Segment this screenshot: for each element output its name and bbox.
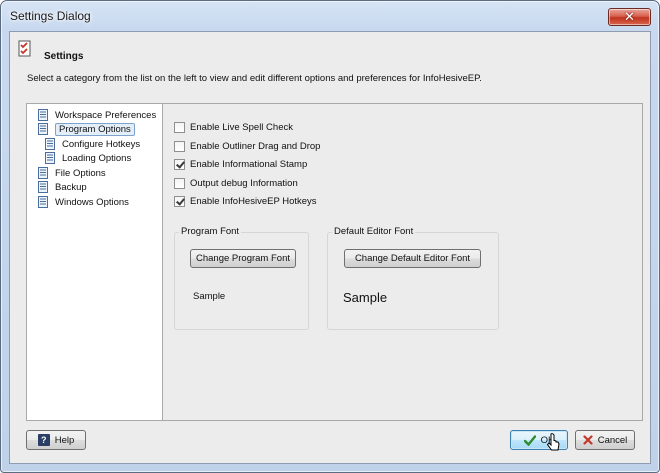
settings-dialog-window: Settings Dialog ✕ Settings Select a cate… — [0, 0, 660, 473]
tree-item-workspace-preferences[interactable]: Workspace Preferences — [37, 108, 156, 122]
tree-item-loading-options[interactable]: Loading Options — [44, 151, 131, 165]
group-label: Program Font — [179, 226, 242, 237]
checklist-icon — [18, 40, 31, 57]
program-font-sample: Sample — [193, 291, 226, 302]
option-output-debug[interactable]: Output debug Information — [174, 176, 298, 190]
settings-content: Workspace Preferences Program Options Co… — [26, 103, 643, 421]
checkbox[interactable] — [174, 121, 185, 133]
option-hotkeys[interactable]: Enable InfoHesiveEP Hotkeys — [174, 194, 317, 208]
category-tree[interactable]: Workspace Preferences Program Options Co… — [27, 104, 163, 420]
title-bar[interactable]: Settings Dialog ✕ — [1, 1, 659, 31]
help-button-label: Help — [54, 434, 75, 446]
window-title: Settings Dialog — [10, 9, 91, 23]
checkbox[interactable] — [174, 177, 185, 189]
help-button[interactable]: ? Help — [26, 430, 86, 450]
close-icon: ✕ — [624, 9, 635, 25]
cancel-x-icon — [583, 435, 593, 445]
option-live-spell-check[interactable]: Enable Live Spell Check — [174, 120, 293, 134]
tree-item-label: File Options — [55, 167, 106, 179]
tree-item-program-options[interactable]: Program Options — [37, 122, 135, 136]
tree-item-windows-options[interactable]: Windows Options — [37, 195, 129, 209]
tree-item-backup[interactable]: Backup — [37, 180, 87, 194]
page-title: Settings — [44, 51, 84, 62]
group-label: Default Editor Font — [332, 226, 416, 237]
mouse-cursor-icon — [546, 433, 560, 451]
tree-item-label: Program Options — [55, 122, 135, 136]
checkmark-icon — [523, 434, 536, 446]
dialog-client-area: Settings Select a category from the list… — [9, 31, 651, 464]
change-program-font-button[interactable]: Change Program Font — [190, 249, 296, 268]
program-font-group: Program Font Change Program Font Sample — [174, 226, 309, 330]
program-options-panel: Enable Live Spell Check Enable Outliner … — [164, 104, 642, 420]
page-icon — [38, 123, 48, 135]
tree-item-label: Windows Options — [55, 196, 129, 208]
checkbox[interactable] — [174, 195, 185, 207]
page-icon — [45, 152, 55, 164]
page-icon — [38, 196, 48, 208]
option-label: Enable Live Spell Check — [190, 121, 293, 133]
checkbox[interactable] — [174, 158, 185, 170]
option-label: Enable InfoHesiveEP Hotkeys — [190, 195, 317, 207]
help-icon: ? — [37, 434, 50, 446]
tree-item-configure-hotkeys[interactable]: Configure Hotkeys — [44, 137, 140, 151]
option-outliner-drag-drop[interactable]: Enable Outliner Drag and Drop — [174, 139, 320, 153]
window-close-button[interactable]: ✕ — [608, 8, 651, 26]
page-icon — [38, 181, 48, 193]
page-icon — [38, 167, 48, 179]
tree-item-label: Backup — [55, 181, 87, 193]
change-default-editor-font-button[interactable]: Change Default Editor Font — [344, 249, 481, 268]
default-editor-font-group: Default Editor Font Change Default Edito… — [327, 226, 499, 330]
tree-item-label: Workspace Preferences — [55, 109, 157, 121]
option-label: Output debug Information — [190, 177, 298, 189]
page-icon — [45, 138, 55, 150]
tree-item-label: Loading Options — [62, 152, 132, 164]
page-icon — [38, 109, 48, 121]
tree-item-label: Configure Hotkeys — [62, 138, 141, 150]
page-description: Select a category from the list on the l… — [27, 73, 482, 84]
cancel-button[interactable]: Cancel — [575, 430, 635, 450]
option-informational-stamp[interactable]: Enable Informational Stamp — [174, 157, 307, 171]
option-label: Enable Informational Stamp — [190, 158, 308, 170]
option-label: Enable Outliner Drag and Drop — [190, 140, 321, 152]
checkbox[interactable] — [174, 140, 185, 152]
tree-item-file-options[interactable]: File Options — [37, 166, 106, 180]
editor-font-sample: Sample — [343, 290, 388, 305]
cancel-button-label: Cancel — [597, 434, 628, 446]
